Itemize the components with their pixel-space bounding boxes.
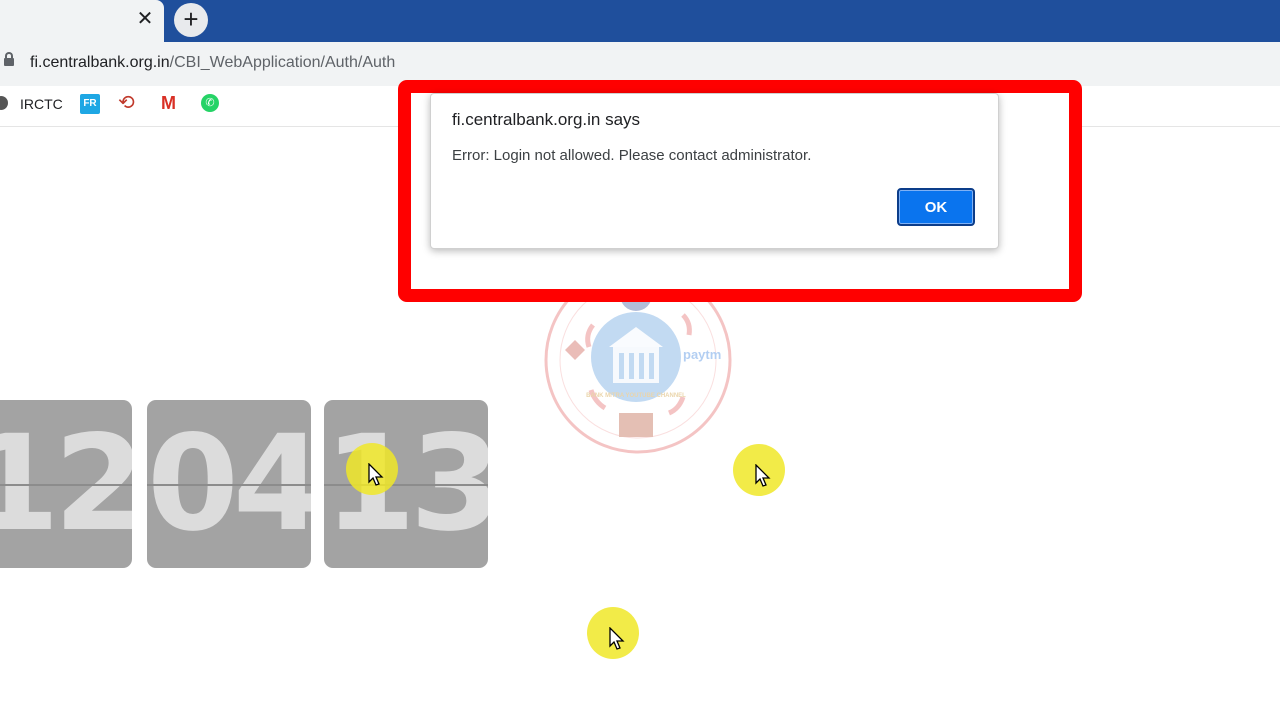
cursor-highlight-2 [733,444,785,496]
clock-minutes: 04 [147,400,311,568]
clock-minutes-digits: 04 [147,407,311,561]
alert-dialog: fi.centralbank.org.in says Error: Login … [430,93,999,249]
url-text[interactable]: fi.centralbank.org.in/CBI_WebApplication… [30,54,395,72]
lock-icon[interactable] [4,52,14,66]
mouse-pointer-icon [609,627,625,650]
watermark-caption: BANK MITRA YOUTUBE CHANNEL [586,393,686,399]
whatsapp-icon[interactable]: ✆ [201,94,219,112]
url-host: fi.centralbank.org.in [30,54,170,71]
cursor-highlight-3 [587,607,639,659]
cursor-highlight-1 [346,443,398,495]
clock-seconds: 13 [324,400,488,568]
new-tab-button[interactable]: + [174,3,208,37]
clock-hours: 12 [0,400,132,568]
fr-icon[interactable]: FR [80,94,100,114]
gmail-icon[interactable]: M [161,92,176,114]
close-tab-icon[interactable]: ✕ [134,8,156,30]
watermark-side-text: paytm [683,347,721,362]
dialog-title: fi.centralbank.org.in says [452,110,641,129]
mouse-pointer-icon [368,463,384,486]
bookmark-irctc[interactable]: IRCTC [20,96,63,112]
mouse-pointer-icon [755,464,771,487]
clock-hours-digits: 12 [0,407,132,561]
ok-button[interactable]: OK [897,188,975,226]
clock-seconds-digits: 13 [324,407,488,561]
url-path: /CBI_WebApplication/Auth/Auth [169,54,396,71]
dialog-message: Error: Login not allowed. Please contact… [452,147,812,164]
sync-icon[interactable]: ⟲ [118,92,135,114]
